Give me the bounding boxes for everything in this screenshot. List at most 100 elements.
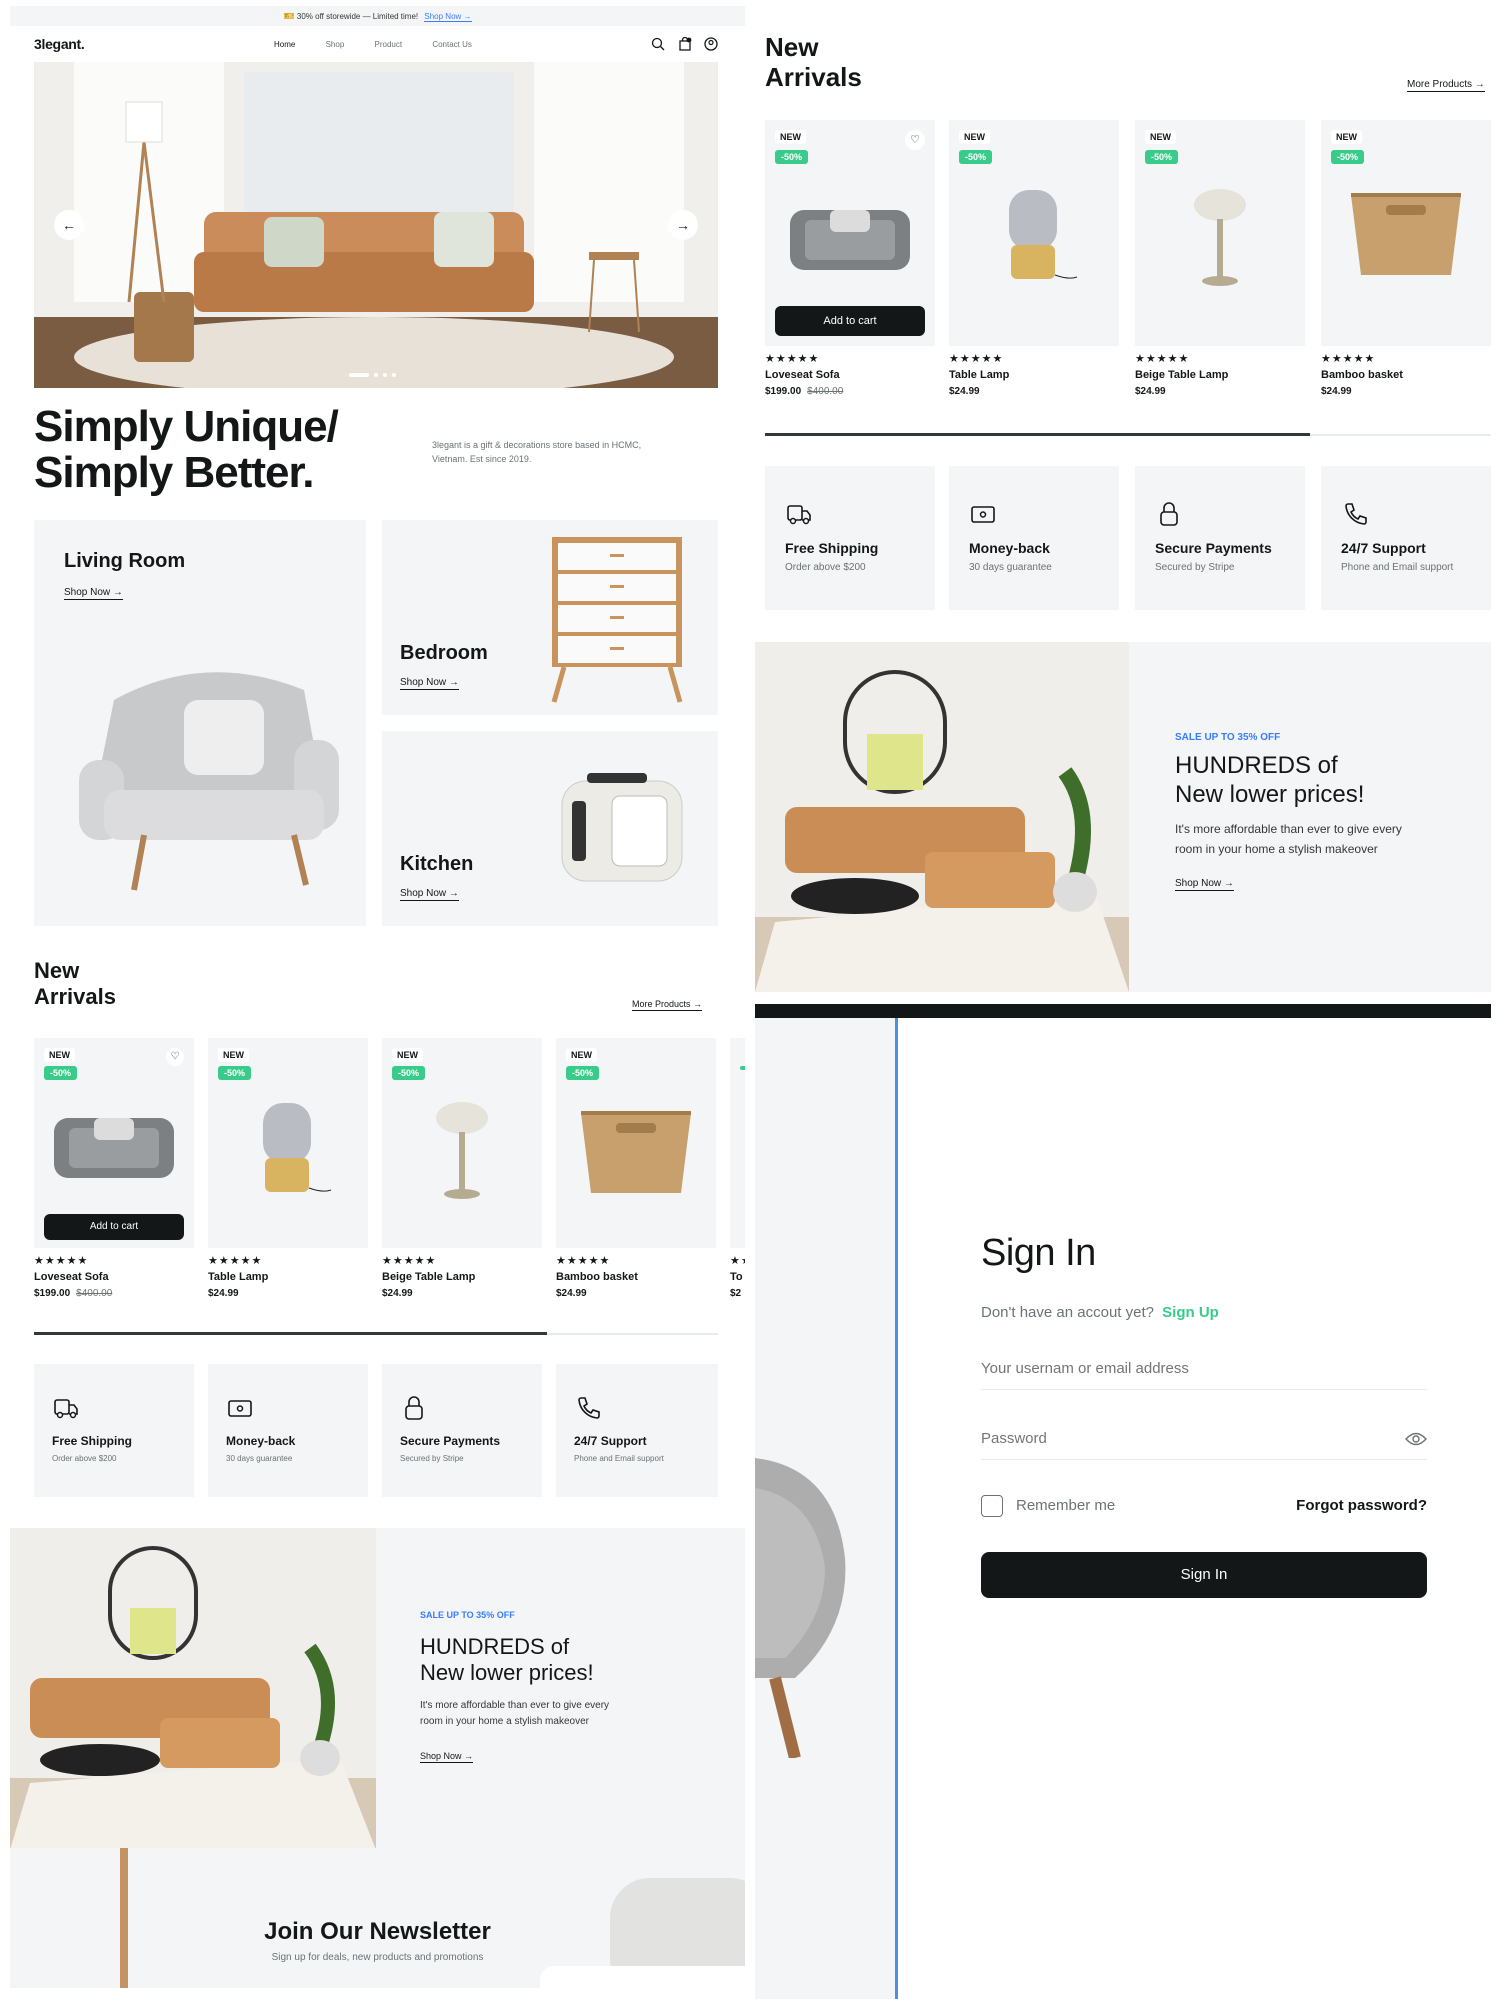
shop-now-link[interactable]: Shop Now → (400, 677, 459, 690)
product-price: $24.99 (208, 1288, 239, 1299)
product-price: $24.99 (382, 1288, 413, 1299)
hero-next-button[interactable]: → (668, 210, 698, 240)
nav-home[interactable]: Home (274, 40, 295, 49)
logo[interactable]: 3legant. (34, 36, 85, 52)
forgot-password-link[interactable]: Forgot password? (1296, 1497, 1427, 1514)
product-name[interactable]: Beige Table Lamp (1135, 369, 1305, 381)
badge-discount: -50% (218, 1066, 252, 1080)
shop-now-link[interactable]: Shop Now → (1175, 878, 1234, 891)
scrollbar-thumb[interactable] (34, 1332, 547, 1335)
nav-shop[interactable]: Shop (326, 40, 345, 49)
lock-icon (1155, 500, 1183, 528)
feature-subtitle: Secured by Stripe (1155, 562, 1235, 573)
password-input[interactable] (981, 1420, 1381, 1456)
shop-now-link[interactable]: Shop Now → (420, 1751, 474, 1763)
feature-subtitle: 30 days guarantee (969, 562, 1052, 573)
feature-title: 24/7 Support (574, 1434, 647, 1448)
password-field[interactable] (981, 1420, 1427, 1460)
shop-now-link[interactable]: Shop Now → (400, 888, 459, 901)
remember-label: Remember me (1016, 1497, 1116, 1514)
product-name[interactable]: Beige Table Lamp (382, 1271, 542, 1283)
main-nav: Home Shop Product Contact Us (274, 40, 472, 49)
hero-prev-button[interactable]: ← (54, 210, 84, 240)
category-kitchen[interactable]: Kitchen Shop Now → (382, 731, 718, 926)
title-line-1: New (765, 32, 819, 62)
product-card[interactable]: ★★ To $2 (730, 1038, 745, 1299)
product-card[interactable]: NEW -50% ★★★★★ Bamboo basket $24.99 (556, 1038, 716, 1299)
product-scrollbar[interactable] (765, 433, 1491, 436)
product-name[interactable]: Table Lamp (208, 1271, 368, 1283)
product-image-area (730, 1038, 745, 1248)
username-input[interactable] (981, 1350, 1427, 1386)
cart-icon[interactable] (678, 36, 692, 51)
banner-title-line-2: New lower prices! (1175, 781, 1365, 808)
hero-dot[interactable] (383, 373, 387, 377)
product-image-area: NEW -50% (1321, 120, 1491, 346)
product-card[interactable]: NEW -50% ★★★★★ Beige Table Lamp $24.99 (382, 1038, 542, 1299)
rating-stars: ★★★★★ (765, 353, 820, 365)
scrollbar-thumb[interactable] (765, 433, 1310, 436)
category-living-room[interactable]: Living Room Shop Now → (34, 520, 366, 926)
badge-discount: -50% (566, 1066, 600, 1080)
more-products-link[interactable]: More Products → (632, 999, 703, 1011)
add-to-cart-button[interactable]: Add to cart (44, 1214, 184, 1240)
banner-description: It's more affordable than ever to give e… (1175, 819, 1402, 859)
feature-title: Free Shipping (52, 1434, 133, 1448)
promo-text: 30% off storewide — Limited time! (296, 12, 419, 21)
ticket-icon: 🎫 (283, 11, 295, 21)
sale-banner: SALE UP TO 35% OFF HUNDREDS of New lower… (755, 642, 1491, 992)
headline-line-2: Simply Better. (34, 448, 314, 497)
hero-slider[interactable]: ← → (34, 62, 718, 388)
add-to-cart-button[interactable]: Add to cart (775, 306, 925, 336)
product-price: $199.00 $400.00 (765, 386, 935, 397)
product-price: $24.99 (556, 1288, 587, 1299)
hero-dot[interactable] (349, 373, 369, 377)
arrow-right-icon: → (676, 217, 690, 233)
heart-icon[interactable]: ♡ (905, 130, 925, 150)
promo-bar: 🎫 30% off storewide — Limited time! Shop… (10, 6, 745, 26)
product-card[interactable]: NEW -50% ★★★★★ Table Lamp $24.99 (208, 1038, 368, 1299)
feature-subtitle: Phone and Email support (574, 1454, 664, 1463)
banner-title-line-2: New lower prices! (420, 1660, 594, 1685)
product-card[interactable]: NEW -50% ★★★★★ Bamboo basket $24.99 (1321, 120, 1491, 397)
product-price: $199.00 $400.00 (34, 1288, 194, 1299)
product-name[interactable]: Bamboo basket (556, 1271, 716, 1283)
nav-product[interactable]: Product (375, 40, 403, 49)
product-name[interactable]: Loveseat Sofa (765, 369, 935, 381)
nav-contact[interactable]: Contact Us (432, 40, 472, 49)
phone-icon (574, 1394, 602, 1422)
feature-subtitle: Phone and Email support (1341, 562, 1454, 573)
product-image (790, 210, 910, 270)
banner-eyebrow: SALE UP TO 35% OFF (420, 1610, 515, 1620)
product-card[interactable]: NEW -50% ♡ Add to cart ★★★★★ Loveseat So… (765, 120, 935, 397)
eye-icon[interactable] (1405, 1432, 1427, 1451)
product-name[interactable]: Loveseat Sofa (34, 1271, 194, 1283)
product-card[interactable]: NEW -50% ★★★★★ Table Lamp $24.99 (949, 120, 1119, 397)
rating-stars: ★★★★★ (1321, 353, 1376, 365)
badge-new: NEW (218, 1048, 249, 1062)
banner-content: SALE UP TO 35% OFF HUNDREDS of New lower… (1175, 732, 1402, 891)
hero-dot[interactable] (374, 373, 378, 377)
price-current: $199.00 (34, 1288, 71, 1299)
feature-card: 24/7 Support Phone and Email support (556, 1364, 718, 1497)
hero-dot[interactable] (392, 373, 396, 377)
product-image (1351, 193, 1461, 275)
product-card[interactable]: NEW -50% ★★★★★ Beige Table Lamp $24.99 (1135, 120, 1305, 397)
username-field[interactable] (981, 1350, 1427, 1390)
more-products-link[interactable]: More Products → (1407, 79, 1485, 92)
user-icon[interactable] (704, 37, 718, 51)
promo-link[interactable]: Shop Now → (424, 12, 472, 22)
product-card[interactable]: NEW -50% ♡ Add to cart ★★★★★ Loveseat So… (34, 1038, 194, 1299)
newsletter-subtitle: Sign up for deals, new products and prom… (271, 1952, 484, 1963)
shop-now-link[interactable]: Shop Now → (64, 587, 123, 600)
remember-checkbox[interactable] (981, 1495, 1003, 1517)
product-scrollbar[interactable] (34, 1332, 718, 1335)
heart-icon[interactable]: ♡ (166, 1048, 184, 1066)
signup-link[interactable]: Sign Up (1162, 1304, 1219, 1321)
search-icon[interactable] (651, 37, 665, 51)
product-name[interactable]: Bamboo basket (1321, 369, 1491, 381)
product-name[interactable]: Table Lamp (949, 369, 1119, 381)
category-bedroom[interactable]: Bedroom Shop Now → (382, 520, 718, 715)
product-name[interactable]: To (730, 1271, 745, 1283)
signin-button[interactable]: Sign In (981, 1552, 1427, 1598)
